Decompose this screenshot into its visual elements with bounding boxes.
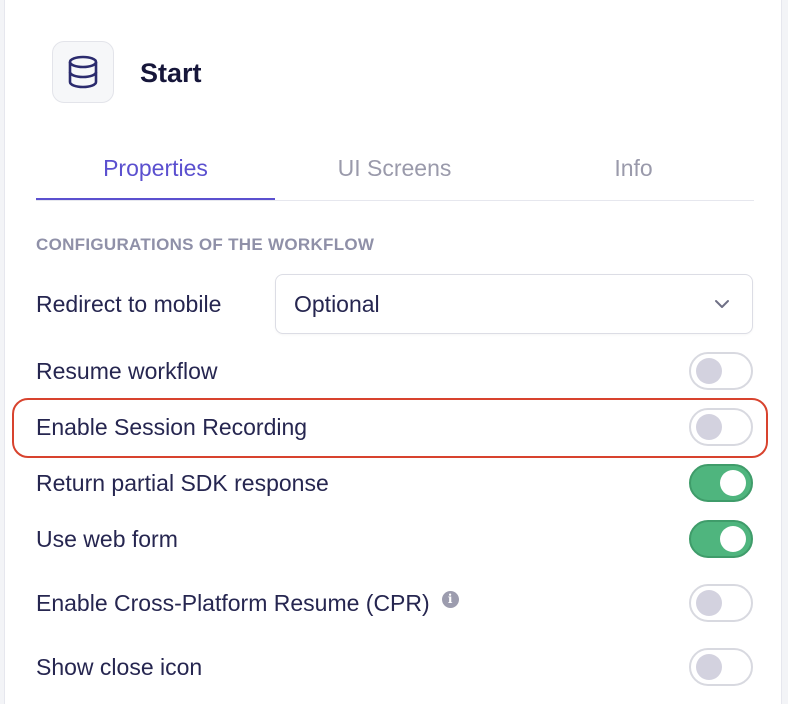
show-close-icon-toggle[interactable]	[689, 648, 753, 686]
info-icon[interactable]: i	[441, 590, 459, 608]
show-close-icon-label: Show close icon	[36, 654, 203, 680]
enable-cpr-row: Enable Cross-Platform Resume (CPR) i	[36, 588, 459, 618]
return-partial-sdk-response-label: Return partial SDK response	[36, 470, 329, 496]
enable-cpr-label: Enable Cross-Platform Resume (CPR)	[36, 590, 430, 616]
toggle-knob	[720, 526, 746, 552]
return-partial-sdk-response-toggle[interactable]	[689, 464, 753, 502]
tab-bar: Properties UI Screens Info	[36, 140, 754, 201]
enable-session-recording-label: Enable Session Recording	[36, 414, 308, 440]
use-web-form-label: Use web form	[36, 526, 178, 552]
toggle-knob	[720, 470, 746, 496]
enable-cpr-toggle[interactable]	[689, 584, 753, 622]
resume-workflow-label: Resume workflow	[36, 358, 218, 384]
toggle-knob	[696, 590, 722, 616]
node-title: Start	[140, 58, 202, 88]
node-icon-tile	[52, 41, 114, 103]
tab-properties[interactable]: Properties	[36, 140, 275, 200]
enable-session-recording-toggle[interactable]	[689, 408, 753, 446]
redirect-to-mobile-label: Redirect to mobile	[36, 291, 222, 317]
section-heading: CONFIGURATIONS OF THE WORKFLOW	[36, 235, 375, 254]
resume-workflow-toggle[interactable]	[689, 352, 753, 390]
toggle-knob	[696, 654, 722, 680]
tab-ui-screens[interactable]: UI Screens	[275, 140, 514, 200]
chevron-down-icon	[715, 300, 729, 308]
database-icon	[68, 55, 98, 89]
tab-info[interactable]: Info	[514, 140, 753, 200]
use-web-form-toggle[interactable]	[689, 520, 753, 558]
redirect-to-mobile-select[interactable]: Optional	[275, 274, 753, 334]
toggle-knob	[696, 358, 722, 384]
redirect-select-value: Optional	[294, 290, 380, 317]
properties-panel: Start Properties UI Screens Info CONFIGU…	[4, 0, 782, 704]
toggle-knob	[696, 414, 722, 440]
